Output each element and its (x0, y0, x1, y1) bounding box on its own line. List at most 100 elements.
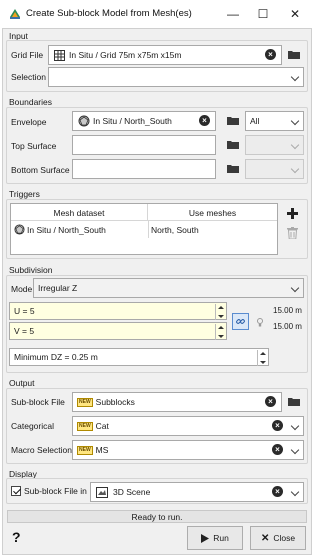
minimize-button[interactable]: — (222, 4, 244, 24)
close-button-label: Close (273, 533, 296, 543)
scene-icon (96, 487, 108, 498)
subdivision-group-title: Subdivision (9, 265, 53, 275)
folder-icon[interactable] (288, 397, 300, 406)
macro-selection-label: Macro Selection (11, 445, 72, 455)
clear-icon[interactable]: × (265, 49, 276, 60)
chevron-down-icon (290, 164, 300, 174)
output-group-title: Output (9, 378, 35, 388)
subblock-file-label: Sub-block File (11, 397, 65, 407)
chevron-down-icon (290, 140, 300, 150)
chevron-down-icon (290, 421, 300, 431)
display-checkbox[interactable] (11, 486, 21, 496)
chevron-down-icon (290, 445, 300, 455)
top-surface-filter-dropdown (245, 135, 304, 155)
clear-icon[interactable]: × (199, 115, 210, 126)
envelope-label: Envelope (11, 117, 47, 127)
close-icon: ✕ (260, 532, 270, 544)
mode-label: Mode (11, 284, 33, 294)
subblock-file-field[interactable]: NEW Subblocks × (72, 392, 282, 412)
triggers-group-title: Triggers (9, 189, 40, 199)
link-icon (236, 319, 245, 324)
column-header-mesh-dataset[interactable]: Mesh dataset (11, 208, 147, 218)
chevron-down-icon (290, 283, 300, 293)
folder-icon[interactable] (227, 140, 239, 149)
table-row[interactable]: In Situ / North_South North, South (11, 221, 277, 238)
v-value: V = 5 (14, 326, 35, 336)
selection-dropdown[interactable] (48, 67, 304, 87)
column-header-use-meshes[interactable]: Use meshes (148, 208, 277, 218)
delete-icon (287, 227, 298, 239)
status-bar: Ready to run. (7, 510, 307, 523)
scene-value: 3D Scene (113, 487, 151, 497)
close-button[interactable]: ✕ Close (250, 526, 306, 550)
envelope-value: In Situ / North_South (93, 116, 172, 126)
spin-arrows-icon[interactable] (257, 350, 267, 366)
subblock-file-value: NEW Subblocks (73, 393, 135, 411)
link-uv-button[interactable] (232, 313, 249, 330)
boundaries-group-title: Boundaries (9, 97, 53, 107)
bottom-surface-label: Bottom Surface (11, 165, 70, 175)
top-surface-field[interactable] (72, 135, 216, 155)
macro-selection-dropdown[interactable]: NEW MS × (72, 440, 304, 460)
v-size-label: 15.00 m (273, 322, 302, 331)
envelope-filter-value: All (250, 116, 260, 126)
clear-icon[interactable]: × (272, 444, 283, 455)
subblock-file-text: Subblocks (95, 397, 135, 407)
title-bar: Create Sub-block Model from Mesh(es) — ☐… (0, 0, 314, 28)
macro-selection-value: NEW MS (73, 441, 108, 459)
clear-icon[interactable]: × (272, 486, 283, 497)
display-checkbox-label: Sub-block File in (24, 486, 87, 496)
run-button[interactable]: Run (187, 526, 243, 550)
bottom-surface-filter-dropdown (245, 159, 304, 179)
categorical-label: Categorical (11, 421, 54, 431)
macro-selection-text: MS (95, 445, 109, 455)
spin-arrows-icon[interactable] (215, 304, 225, 320)
minimum-dz-value: Minimum DZ = 0.25 m (14, 352, 98, 362)
new-badge: NEW (77, 398, 93, 408)
clear-icon[interactable]: × (272, 420, 283, 431)
u-value: U = 5 (14, 306, 35, 316)
mode-value: Irregular Z (38, 283, 78, 293)
scene-dropdown[interactable]: 3D Scene × (90, 482, 304, 502)
top-surface-label: Top Surface (11, 141, 57, 151)
table-header: Mesh dataset Use meshes (11, 204, 277, 221)
folder-icon[interactable] (227, 116, 239, 125)
chevron-down-icon (290, 116, 300, 126)
u-spinbox[interactable]: U = 5 (9, 302, 227, 320)
folder-icon[interactable] (288, 50, 300, 59)
lightbulb-icon (257, 318, 263, 327)
table-cell-use-meshes: North, South (151, 225, 199, 235)
column-divider (148, 221, 149, 238)
run-button-label: Run (213, 533, 229, 543)
envelope-filter-dropdown[interactable]: All (245, 111, 304, 131)
categorical-value: NEW Cat (73, 417, 109, 435)
maximize-button[interactable]: ☐ (252, 4, 274, 24)
clear-icon[interactable]: × (265, 396, 276, 407)
window-title: Create Sub-block Model from Mesh(es) (26, 8, 192, 19)
mesh-icon (14, 224, 25, 235)
table-cell-mesh-dataset: In Situ / North_South (27, 225, 106, 235)
categorical-text: Cat (95, 421, 109, 431)
grid-file-field[interactable]: In Situ / Grid 75m x75m x15m × (48, 45, 282, 65)
new-badge: NEW (77, 446, 93, 456)
grid-file-label: Grid File (11, 50, 44, 60)
minimum-dz-spinbox[interactable]: Minimum DZ = 0.25 m (9, 348, 269, 366)
mode-dropdown[interactable]: Irregular Z (33, 278, 304, 298)
selection-label: Selection (11, 72, 46, 82)
triggers-table[interactable]: Mesh dataset Use meshes In Situ / North_… (10, 203, 278, 255)
app-icon (10, 9, 20, 19)
bottom-surface-field[interactable] (72, 159, 216, 179)
grid-file-value: In Situ / Grid 75m x75m x15m (69, 50, 182, 60)
categorical-dropdown[interactable]: NEW Cat × (72, 416, 304, 436)
add-icon[interactable] (287, 208, 298, 219)
grid-icon (54, 50, 65, 61)
spin-arrows-icon[interactable] (215, 324, 225, 340)
chevron-down-icon (290, 487, 300, 497)
folder-icon[interactable] (227, 164, 239, 173)
close-window-button[interactable]: ✕ (284, 4, 306, 24)
v-spinbox[interactable]: V = 5 (9, 322, 227, 340)
play-icon (201, 533, 210, 543)
help-button[interactable]: ? (12, 529, 21, 545)
chevron-down-icon (290, 72, 300, 82)
envelope-field[interactable]: In Situ / North_South × (72, 111, 216, 131)
